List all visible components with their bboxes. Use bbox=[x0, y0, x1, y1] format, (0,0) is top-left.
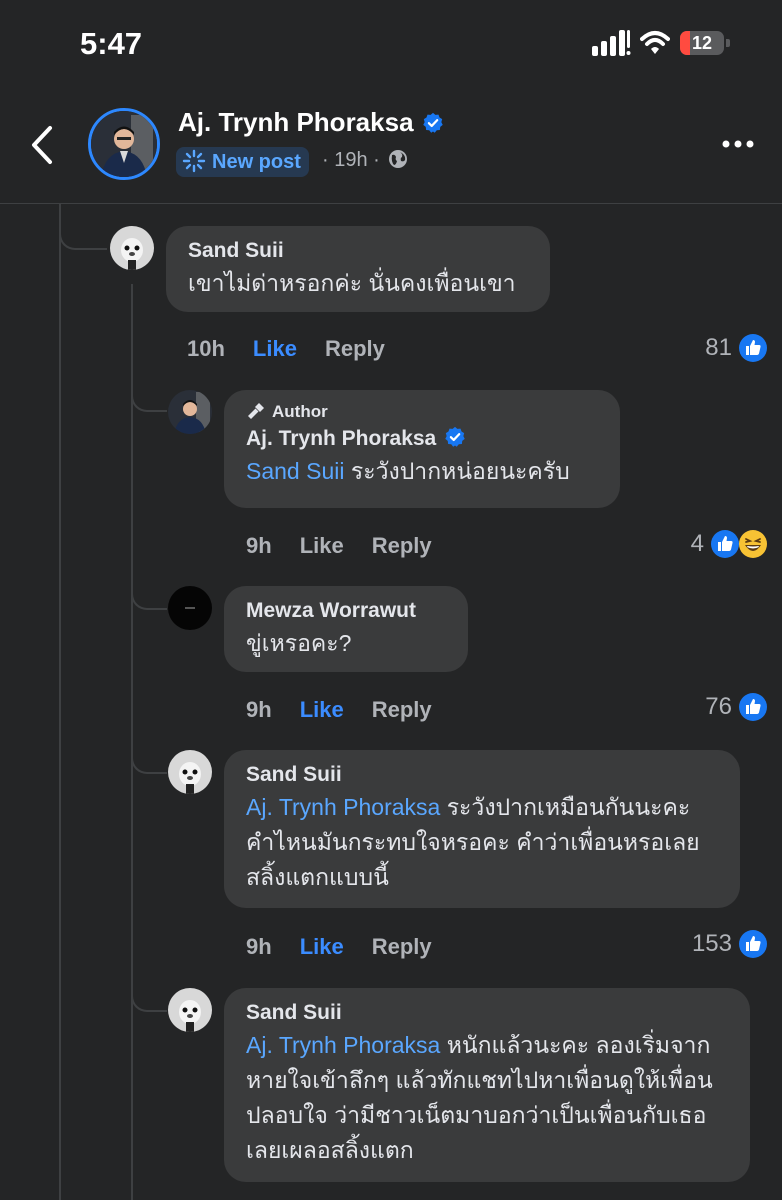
comment-bubble[interactable]: Sand Suii Aj. Trynh Phoraksa ระวังปากเหม… bbox=[224, 750, 740, 908]
comment-time: 9h bbox=[246, 533, 272, 558]
more-options-icon[interactable] bbox=[718, 132, 758, 156]
profile-avatar[interactable] bbox=[88, 108, 160, 180]
verified-badge-icon bbox=[445, 426, 465, 447]
comment-bubble[interactable]: Sand Suii Aj. Trynh Phoraksa หนักแล้วนะค… bbox=[224, 988, 750, 1182]
post-meta: · 19h · bbox=[322, 149, 408, 172]
comment-time: 10h bbox=[187, 336, 225, 361]
comment-text: Aj. Trynh Phoraksa หนักแล้วนะคะ ลองเริ่ม… bbox=[246, 1028, 728, 1168]
comment-text-body: ระวังปากหน่อยนะครับ bbox=[344, 458, 570, 484]
thread-connector bbox=[59, 204, 107, 250]
post-author-name[interactable]: Aj. Trynh Phoraksa bbox=[178, 107, 444, 138]
haha-reaction-icon bbox=[739, 530, 767, 558]
commenter-name[interactable]: Sand Suii bbox=[246, 760, 718, 790]
header-divider bbox=[0, 203, 782, 204]
like-button[interactable]: Like bbox=[300, 934, 344, 960]
microphone-icon bbox=[248, 403, 264, 419]
comment-text: ขู่เหรอคะ? bbox=[246, 630, 352, 656]
comment-text: Sand Suii ระวังปากหน่อยนะครับ bbox=[246, 454, 598, 489]
comment-text: Aj. Trynh Phoraksa ระวังปากเหมือนกันนะคะ… bbox=[246, 790, 718, 895]
mention-link[interactable]: Aj. Trynh Phoraksa bbox=[246, 794, 440, 820]
signal-icon bbox=[592, 30, 631, 56]
commenter-avatar[interactable] bbox=[168, 988, 212, 1032]
author-tag: Author bbox=[246, 400, 598, 424]
commenter-avatar[interactable] bbox=[168, 586, 212, 630]
reaction-summary[interactable]: 4 bbox=[691, 528, 768, 560]
battery-level: 12 bbox=[691, 33, 713, 53]
status-time: 5:47 bbox=[80, 26, 143, 61]
thread-line bbox=[59, 204, 61, 1200]
comment-time: 9h bbox=[246, 934, 272, 959]
reply-button[interactable]: Reply bbox=[325, 336, 385, 362]
sparkle-icon bbox=[182, 149, 206, 173]
comment-bubble[interactable]: Sand Suii เขาไม่ด่าหรอกค่ะ นั่นคงเพื่อนเ… bbox=[166, 226, 550, 312]
mention-link[interactable]: Sand Suii bbox=[246, 458, 344, 484]
like-button[interactable]: Like bbox=[300, 533, 344, 559]
reply-button[interactable]: Reply bbox=[372, 934, 432, 960]
comment-actions: 10h Like Reply bbox=[187, 336, 413, 362]
like-reaction-icon bbox=[739, 334, 767, 362]
like-button[interactable]: Like bbox=[300, 697, 344, 723]
mention-link[interactable]: Aj. Trynh Phoraksa bbox=[246, 1032, 440, 1058]
thread-connector bbox=[131, 580, 167, 610]
reaction-summary[interactable]: 81 bbox=[705, 332, 768, 364]
commenter-name[interactable]: Sand Suii bbox=[188, 236, 528, 266]
reply-button[interactable]: Reply bbox=[372, 533, 432, 559]
like-button[interactable]: Like bbox=[253, 336, 297, 362]
commenter-name[interactable]: Sand Suii bbox=[246, 998, 728, 1028]
battery-indicator: 12 bbox=[680, 31, 732, 57]
comment-bubble[interactable]: Author Aj. Trynh Phoraksa Sand Suii ระวั… bbox=[224, 390, 620, 508]
commenter-avatar[interactable] bbox=[168, 390, 212, 434]
reaction-count: 4 bbox=[690, 530, 704, 557]
wifi-icon bbox=[640, 31, 670, 54]
reaction-count: 81 bbox=[705, 334, 732, 361]
author-tag-label: Author bbox=[272, 402, 328, 421]
globe-icon bbox=[388, 150, 407, 168]
post-author-name-text[interactable]: Aj. Trynh Phoraksa bbox=[178, 107, 414, 137]
commenter-name-text[interactable]: Aj. Trynh Phoraksa bbox=[246, 427, 436, 450]
new-post-badge: New post bbox=[176, 147, 309, 177]
reaction-count: 153 bbox=[691, 930, 732, 957]
new-post-label: New post bbox=[212, 151, 301, 173]
comment-actions: 9h Like Reply bbox=[246, 934, 460, 960]
commenter-name[interactable]: Mewza Worrawut bbox=[246, 596, 446, 626]
back-icon[interactable] bbox=[28, 124, 58, 166]
verified-badge-icon bbox=[422, 112, 443, 133]
thread-connector bbox=[131, 740, 167, 774]
commenter-name[interactable]: Aj. Trynh Phoraksa bbox=[246, 424, 598, 454]
commenter-avatar[interactable] bbox=[168, 750, 212, 794]
reaction-summary[interactable]: 76 bbox=[705, 691, 768, 723]
thread-connector bbox=[131, 380, 167, 412]
comment-text: เขาไม่ด่าหรอกค่ะ นั่นคงเพื่อนเขา bbox=[188, 270, 516, 296]
thread-connector bbox=[131, 980, 167, 1012]
comment-actions: 9h Like Reply bbox=[246, 533, 460, 559]
comment-time: 9h bbox=[246, 697, 272, 722]
reaction-count: 76 bbox=[705, 693, 732, 720]
like-reaction-icon bbox=[711, 530, 739, 558]
reaction-summary[interactable]: 153 bbox=[692, 928, 768, 960]
like-reaction-icon bbox=[739, 693, 767, 721]
like-reaction-icon bbox=[739, 930, 767, 958]
commenter-avatar[interactable] bbox=[110, 226, 154, 270]
comment-bubble[interactable]: Mewza Worrawut ขู่เหรอคะ? bbox=[224, 586, 468, 672]
comment-actions: 9h Like Reply bbox=[246, 697, 460, 723]
post-time: · 19h · bbox=[322, 149, 380, 171]
reply-button[interactable]: Reply bbox=[372, 697, 432, 723]
